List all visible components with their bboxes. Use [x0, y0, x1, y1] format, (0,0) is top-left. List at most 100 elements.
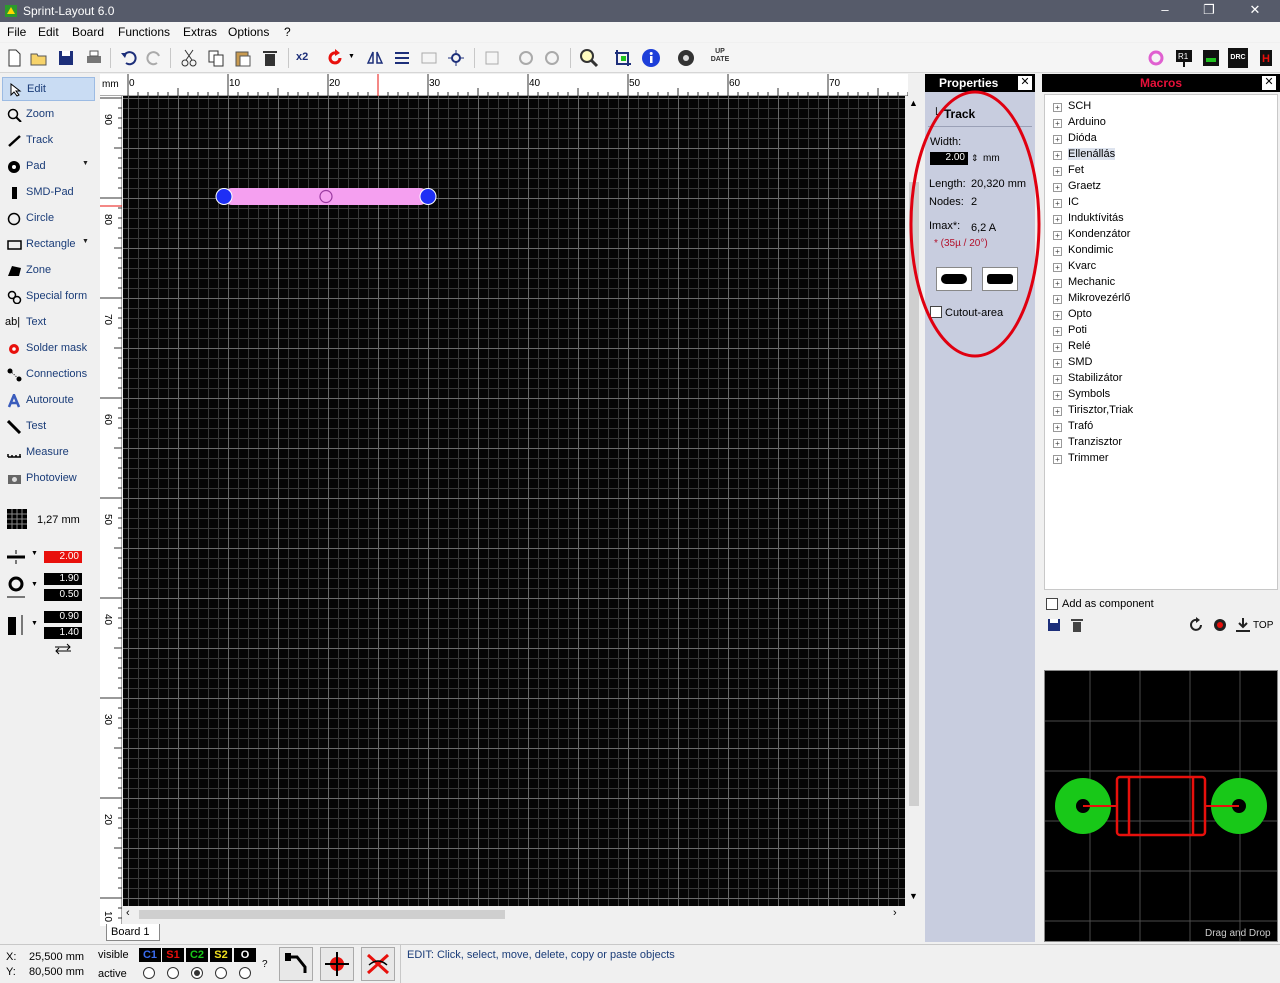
- active-radio-c1[interactable]: [143, 967, 155, 979]
- tool-solder-mask[interactable]: Solder mask: [2, 337, 95, 361]
- tree-item[interactable]: + Kondimic: [1053, 244, 1113, 256]
- tree-item[interactable]: + Kvarc: [1053, 260, 1096, 272]
- redo-icon[interactable]: [145, 48, 165, 68]
- expand-icon[interactable]: +: [1053, 103, 1062, 112]
- close-icon[interactable]: ✕: [1262, 76, 1276, 90]
- expand-icon[interactable]: +: [1053, 247, 1062, 256]
- expand-icon[interactable]: +: [1053, 231, 1062, 240]
- close-button[interactable]: ✕: [1240, 2, 1270, 20]
- tree-item[interactable]: + Tirisztor,Triak: [1053, 404, 1133, 416]
- expand-icon[interactable]: +: [1053, 343, 1062, 352]
- tool-rectangle[interactable]: Rectangle ▼: [2, 233, 95, 257]
- open-folder-icon[interactable]: [29, 48, 49, 68]
- track-width-input[interactable]: 2.00: [44, 551, 82, 563]
- tree-item[interactable]: + Dióda: [1053, 132, 1097, 144]
- trace-mode-button[interactable]: [279, 947, 313, 981]
- scroll-right-icon[interactable]: ›: [893, 907, 897, 919]
- menu-help[interactable]: ?: [284, 25, 291, 39]
- chevron-down-icon[interactable]: ▼: [31, 581, 38, 588]
- active-radio-c2[interactable]: [191, 967, 203, 979]
- macro-icon[interactable]: [1146, 48, 1166, 68]
- horizontal-scrollbar[interactable]: ‹ ›: [123, 906, 906, 922]
- expand-icon[interactable]: +: [1053, 119, 1062, 128]
- zoom-icon[interactable]: [579, 48, 599, 68]
- top-label[interactable]: TOP: [1253, 620, 1273, 631]
- align-icon[interactable]: [392, 48, 412, 68]
- expand-icon[interactable]: +: [1053, 151, 1062, 160]
- tree-item[interactable]: + Tranzisztor: [1053, 436, 1122, 448]
- layer-top-icon[interactable]: [1235, 617, 1251, 633]
- save-icon[interactable]: [56, 48, 76, 68]
- copy-icon[interactable]: [206, 48, 226, 68]
- expand-icon[interactable]: +: [1053, 167, 1062, 176]
- tree-item[interactable]: + SMD: [1053, 356, 1092, 368]
- expand-icon[interactable]: +: [1053, 439, 1062, 448]
- menu-extras[interactable]: Extras: [183, 25, 217, 39]
- active-radio-s1[interactable]: [167, 967, 179, 979]
- smd-width-input[interactable]: 0.90: [44, 611, 82, 623]
- grid-size[interactable]: 1,27 mm: [37, 514, 80, 526]
- scroll-down-icon[interactable]: ▼: [909, 891, 918, 901]
- scroll-left-icon[interactable]: ‹: [126, 907, 130, 919]
- chevron-down-icon[interactable]: ▼: [31, 550, 38, 557]
- tool-edit[interactable]: Edit: [2, 77, 95, 101]
- ungroup-icon[interactable]: [446, 48, 466, 68]
- tree-item[interactable]: + Mechanic: [1053, 276, 1115, 288]
- menu-board[interactable]: Board: [72, 25, 104, 39]
- menu-edit[interactable]: Edit: [38, 25, 59, 39]
- layer-s1[interactable]: S1: [162, 948, 184, 962]
- tree-item[interactable]: + Graetz: [1053, 180, 1101, 192]
- board-tab[interactable]: Board 1: [106, 924, 160, 941]
- tree-item[interactable]: + Ellenállás: [1053, 148, 1116, 160]
- new-file-icon[interactable]: [4, 48, 24, 68]
- tool-zone[interactable]: Zone: [2, 259, 95, 283]
- tool-text[interactable]: ab| Text: [2, 311, 95, 335]
- expand-icon[interactable]: +: [1053, 263, 1062, 272]
- tool-autoroute[interactable]: Autoroute: [2, 389, 95, 413]
- rotate-dropdown-icon[interactable]: ▼: [348, 53, 355, 60]
- lock-icon[interactable]: [516, 48, 536, 68]
- tree-item[interactable]: + SCH: [1053, 100, 1091, 112]
- expand-icon[interactable]: +: [1053, 391, 1062, 400]
- tree-item[interactable]: + Opto: [1053, 308, 1092, 320]
- chevron-down-icon[interactable]: ▼: [82, 238, 89, 245]
- tool-measure[interactable]: Measure: [2, 441, 95, 465]
- cut-icon[interactable]: [179, 48, 199, 68]
- tree-item[interactable]: + Relé: [1053, 340, 1091, 352]
- pad-outer-input[interactable]: 1.90: [44, 573, 82, 585]
- tool-circle[interactable]: Circle: [2, 207, 95, 231]
- expand-icon[interactable]: +: [1053, 423, 1062, 432]
- x2-icon[interactable]: x2: [296, 48, 316, 68]
- track-node[interactable]: [419, 188, 437, 205]
- menu-file[interactable]: File: [7, 25, 26, 39]
- mirror-icon[interactable]: [365, 48, 385, 68]
- rotate-icon[interactable]: [325, 48, 345, 68]
- minimize-button[interactable]: –: [1150, 2, 1180, 20]
- add-component-checkbox[interactable]: [1046, 598, 1058, 610]
- group-icon[interactable]: [419, 48, 439, 68]
- update-icon[interactable]: UP DATE: [710, 48, 730, 68]
- drc-icon[interactable]: DRC: [1228, 48, 1248, 68]
- tree-item[interactable]: + IC: [1053, 196, 1079, 208]
- scroll-thumb[interactable]: [139, 910, 505, 919]
- layer-s2[interactable]: S2: [210, 948, 232, 962]
- settings-icon[interactable]: [676, 48, 696, 68]
- expand-icon[interactable]: +: [1053, 199, 1062, 208]
- track-node[interactable]: [215, 188, 233, 205]
- expand-icon[interactable]: +: [1053, 215, 1062, 224]
- h-icon[interactable]: H: [1256, 48, 1276, 68]
- r1-icon[interactable]: R1: [1174, 48, 1194, 68]
- undo-icon[interactable]: [118, 48, 138, 68]
- pad-inner-input[interactable]: 0.50: [44, 589, 82, 601]
- expand-icon[interactable]: +: [1053, 295, 1062, 304]
- tool-pad[interactable]: Pad ▼: [2, 155, 95, 179]
- chevron-down-icon[interactable]: ▼: [82, 160, 89, 167]
- menu-options[interactable]: Options: [228, 25, 269, 39]
- layer-c2[interactable]: C2: [186, 948, 208, 962]
- expand-icon[interactable]: +: [1053, 359, 1062, 368]
- expand-icon[interactable]: +: [1053, 455, 1062, 464]
- tree-item[interactable]: + Arduino: [1053, 116, 1106, 128]
- rotate-icon[interactable]: [1188, 617, 1204, 633]
- expand-icon[interactable]: +: [1053, 327, 1062, 336]
- expand-icon[interactable]: +: [1053, 407, 1062, 416]
